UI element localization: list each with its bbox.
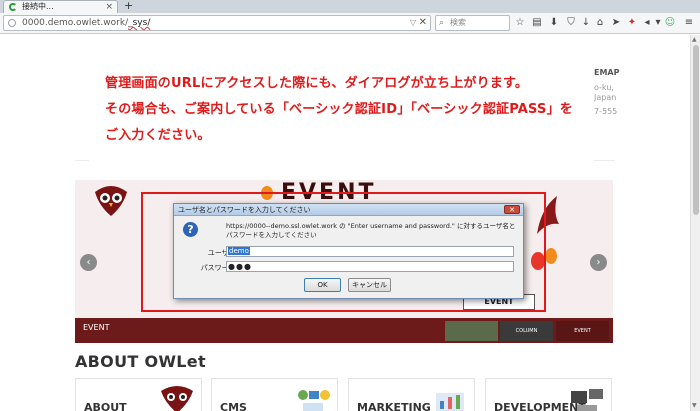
scrollbar-thumb[interactable] bbox=[693, 45, 699, 215]
home-icon[interactable]: ⌂ bbox=[594, 16, 606, 30]
slider-prev-button[interactable]: ‹ bbox=[80, 254, 97, 271]
password-field[interactable]: ●●● bbox=[226, 261, 514, 272]
balloon-image bbox=[545, 248, 557, 264]
download-arrow-icon[interactable]: ↓ bbox=[580, 16, 592, 30]
bookmark-star-icon[interactable]: ☆ bbox=[514, 16, 526, 30]
username-field[interactable]: demo bbox=[226, 246, 514, 257]
site-identity-icon[interactable] bbox=[8, 19, 16, 27]
slider-next-button[interactable]: › bbox=[590, 254, 607, 271]
search-icon: ⌕ bbox=[439, 18, 445, 28]
card-title: ABOUT bbox=[84, 401, 127, 411]
question-icon: ? bbox=[183, 222, 198, 237]
card-title: CMS bbox=[220, 401, 247, 411]
card-development[interactable]: DEVELOPMENT bbox=[485, 378, 612, 411]
notice-line: 管理画面のURLにアクセスした際にも、ダイアログが立ち上がります。 bbox=[105, 76, 529, 91]
browser-tab[interactable]: 接続中... × bbox=[3, 0, 118, 13]
dialog-title: ユーザ名とパスワードを入力してください bbox=[178, 206, 311, 214]
owl-logo-icon bbox=[161, 386, 193, 411]
development-illustration-icon bbox=[571, 389, 603, 411]
pocket-icon[interactable]: ⛉ bbox=[565, 16, 577, 30]
page-scrollbar[interactable]: ▲ ▼ bbox=[690, 35, 700, 411]
scroll-down-icon[interactable]: ▼ bbox=[692, 402, 697, 409]
cancel-button[interactable]: キャンセル bbox=[348, 278, 391, 292]
extension-chat-icon[interactable]: ☺ bbox=[664, 16, 676, 30]
loading-spinner-icon bbox=[9, 3, 17, 11]
marketing-illustration-icon bbox=[436, 393, 464, 411]
slider-thumbnail[interactable]: COLUMN bbox=[500, 321, 553, 341]
card-marketing[interactable]: MARKETING bbox=[348, 378, 475, 411]
slider-thumbnail[interactable]: EVENT bbox=[556, 321, 609, 341]
notice-annotation: 管理画面のURLにアクセスした際にも、ダイアログが立ち上がります。 その場合も、… bbox=[89, 70, 594, 190]
history-dropdown-icon[interactable]: ▽ bbox=[410, 16, 416, 30]
tab-title: 接続中... bbox=[22, 2, 54, 11]
extension-dropdown-icon[interactable]: ▾ bbox=[652, 16, 664, 30]
tab-bar: 接続中... × + bbox=[0, 0, 700, 13]
dialog-titlebar[interactable]: ユーザ名とパスワードを入力してください ✕ bbox=[174, 204, 523, 216]
menu-icon[interactable]: ≡ bbox=[683, 16, 695, 30]
search-input[interactable]: 検索 bbox=[450, 16, 466, 30]
reading-list-icon[interactable]: ▤ bbox=[531, 16, 543, 30]
search-bar[interactable]: ⌕ 検索 bbox=[435, 15, 510, 31]
card-about[interactable]: ABOUT bbox=[75, 378, 202, 411]
url-bar[interactable]: 0000.demo.owlet.work/_sys/ ▽ ✕ bbox=[3, 15, 431, 31]
url-text[interactable]: 0000.demo.owlet.work/_sys/ bbox=[22, 16, 150, 30]
address-line: Japan bbox=[594, 93, 617, 102]
downloads-icon[interactable]: ⬇ bbox=[548, 16, 560, 30]
username-value[interactable]: demo bbox=[228, 247, 250, 255]
slider-thumbnail[interactable] bbox=[445, 321, 498, 341]
dialog-message: https://0000--demo.ssl.owlet.work の "Ent… bbox=[226, 222, 516, 239]
extension-owl-icon[interactable]: ✦ bbox=[626, 16, 638, 30]
notice-line: その場合も、ご案内している「ベーシック認証ID」「ベーシック認証PASS」を bbox=[105, 102, 573, 117]
card-cms[interactable]: CMS bbox=[211, 378, 338, 411]
owl-logo-icon bbox=[95, 186, 127, 216]
new-tab-button[interactable]: + bbox=[124, 0, 133, 12]
about-heading: ABOUT OWLet bbox=[75, 352, 206, 371]
auth-dialog: ユーザ名とパスワードを入力してください ✕ ? https://0000--de… bbox=[173, 203, 524, 299]
tab-close-icon[interactable]: × bbox=[105, 1, 113, 13]
cms-illustration-icon bbox=[298, 390, 330, 411]
telephone-text: 7-555 bbox=[594, 107, 618, 116]
notice-line: ご入力ください。 bbox=[105, 128, 211, 143]
slider-caption: EVENT bbox=[83, 323, 110, 332]
send-icon[interactable]: ➤ bbox=[610, 16, 622, 30]
scroll-up-icon[interactable]: ▲ bbox=[692, 36, 697, 43]
address-line: o-ku, bbox=[594, 83, 614, 92]
dialog-close-icon[interactable]: ✕ bbox=[504, 205, 520, 214]
sitemap-link[interactable]: EMAP bbox=[594, 68, 619, 77]
stop-loading-icon[interactable]: ✕ bbox=[419, 16, 427, 30]
card-title: MARKETING bbox=[357, 401, 431, 411]
ok-button[interactable]: OK bbox=[304, 278, 341, 292]
